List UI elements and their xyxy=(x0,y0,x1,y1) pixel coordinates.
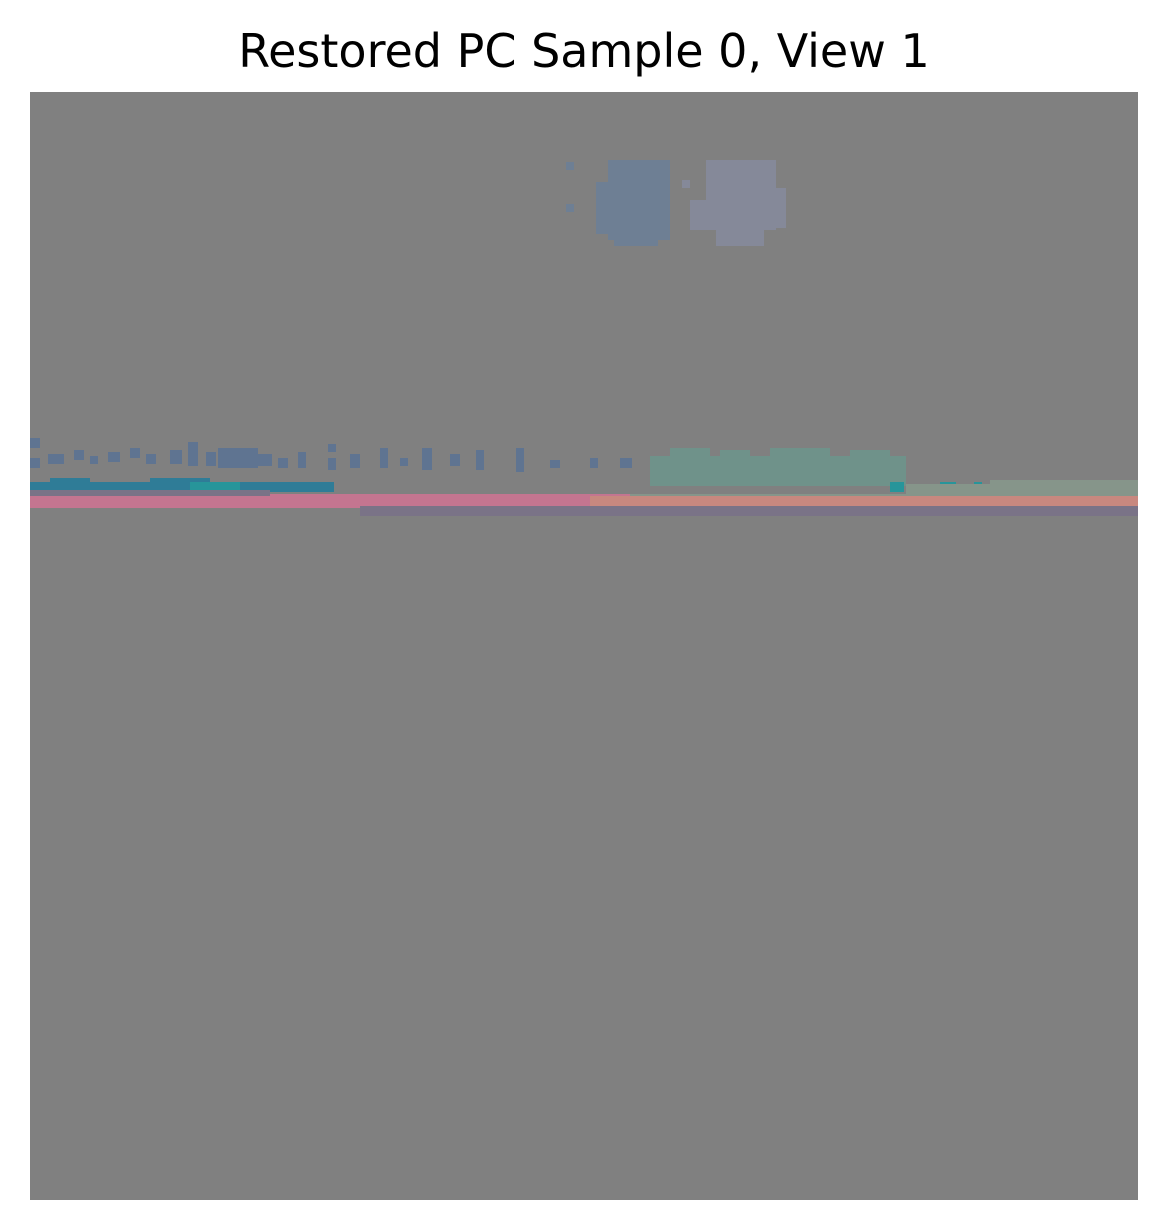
canvas-background xyxy=(30,92,1138,1200)
dense-band-segment xyxy=(650,448,906,486)
point-cloud-canvas xyxy=(30,92,1138,1200)
point-cloud-render xyxy=(30,92,1138,1200)
figure-title: Restored PC Sample 0, View 1 xyxy=(238,24,930,78)
pink-stripe xyxy=(30,494,630,508)
